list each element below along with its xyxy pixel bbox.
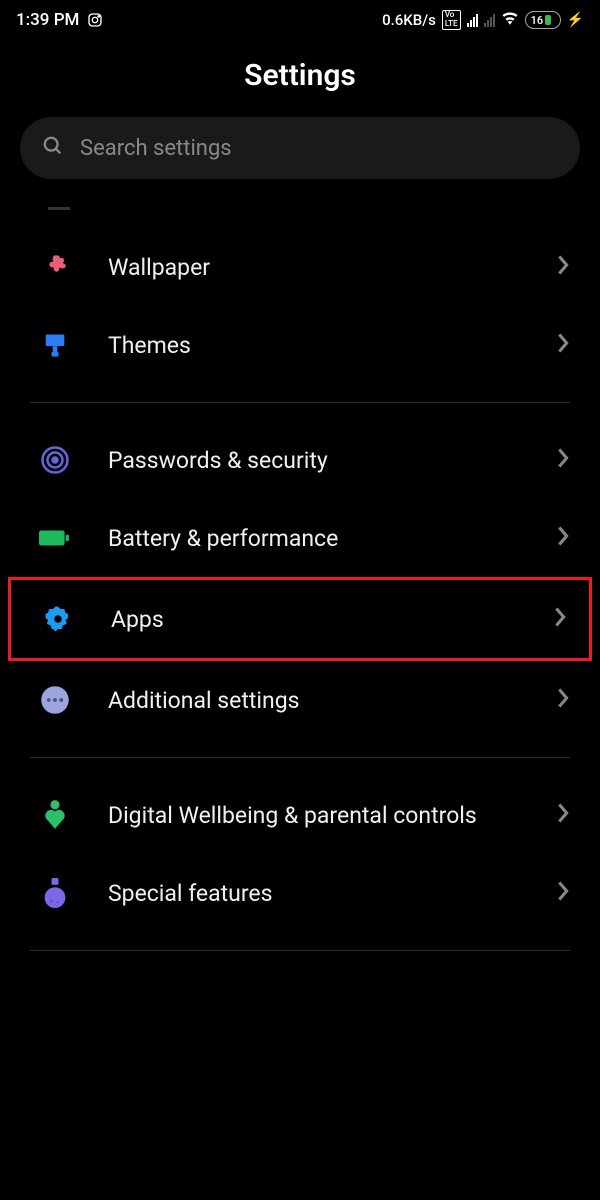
settings-item-wellbeing[interactable]: Digital Wellbeing & parental controls: [0, 776, 600, 854]
signal-icon-2: [484, 13, 495, 27]
fingerprint-icon: [38, 443, 72, 477]
settings-item-wallpaper[interactable]: Wallpaper: [0, 228, 600, 306]
charging-icon: ⚡: [567, 12, 584, 28]
chevron-right-icon: [556, 880, 570, 906]
page-title: Settings: [0, 36, 600, 117]
battery-icon: [38, 521, 72, 555]
item-label: Battery & performance: [108, 525, 520, 552]
data-rate: 0.6KB/s: [382, 11, 436, 29]
status-right: 0.6KB/s VoLTE 16 ⚡: [382, 10, 584, 30]
chevron-right-icon: [553, 606, 567, 632]
item-label: Additional settings: [108, 687, 520, 714]
item-label: Special features: [108, 880, 520, 907]
chevron-right-icon: [556, 332, 570, 358]
flask-icon: [38, 876, 72, 910]
chevron-right-icon: [556, 802, 570, 828]
search-input[interactable]: Search settings: [20, 117, 580, 179]
item-label: Wallpaper: [108, 254, 520, 281]
battery-icon: 16: [525, 11, 561, 29]
partial-divider: [48, 207, 70, 210]
status-bar: 1:39 PM 0.6KB/s VoLTE 16 ⚡: [0, 0, 600, 36]
settings-item-special[interactable]: Special features: [0, 854, 600, 932]
heart-icon: [38, 798, 72, 832]
brush-icon: [38, 328, 72, 362]
more-icon: [38, 683, 72, 717]
divider: [30, 402, 570, 403]
item-label: Themes: [108, 332, 520, 359]
item-label: Apps: [111, 606, 517, 633]
status-time: 1:39 PM: [16, 10, 79, 30]
item-label: Passwords & security: [108, 447, 520, 474]
gear-icon: [41, 602, 75, 636]
search-icon: [42, 135, 64, 161]
settings-item-passwords[interactable]: Passwords & security: [0, 421, 600, 499]
volte-badge: VoLTE: [442, 10, 461, 30]
search-placeholder: Search settings: [80, 136, 232, 161]
chevron-right-icon: [556, 254, 570, 280]
signal-icon: [467, 13, 478, 27]
flower-icon: [38, 250, 72, 284]
settings-item-apps[interactable]: Apps: [8, 577, 592, 661]
chevron-right-icon: [556, 687, 570, 713]
divider: [30, 950, 570, 951]
instagram-icon: [87, 12, 103, 28]
settings-item-additional[interactable]: Additional settings: [0, 661, 600, 739]
divider: [30, 757, 570, 758]
settings-list: Wallpaper Themes Passwords & security Ba…: [0, 220, 600, 977]
item-label: Digital Wellbeing & parental controls: [108, 802, 520, 829]
settings-item-themes[interactable]: Themes: [0, 306, 600, 384]
status-left: 1:39 PM: [16, 10, 103, 30]
chevron-right-icon: [556, 447, 570, 473]
chevron-right-icon: [556, 525, 570, 551]
wifi-icon: [501, 11, 519, 29]
settings-item-battery[interactable]: Battery & performance: [0, 499, 600, 577]
